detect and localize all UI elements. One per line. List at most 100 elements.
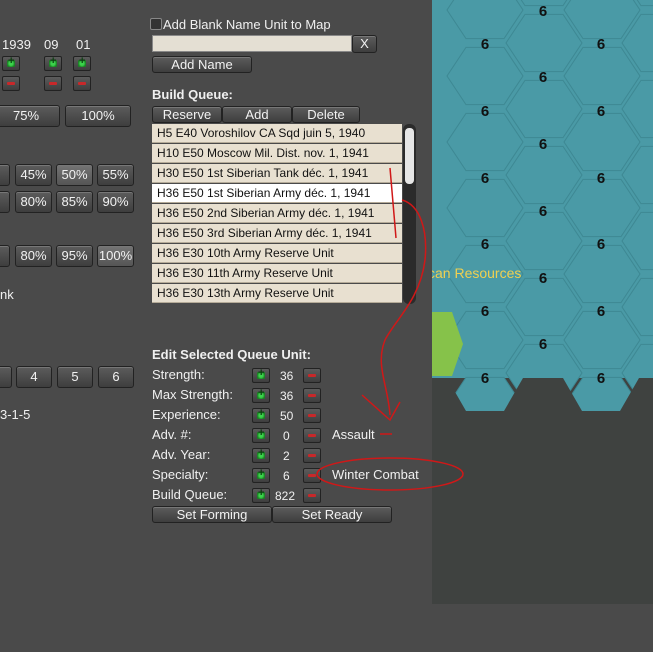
experience-value: 50 xyxy=(280,409,294,423)
month-plus-button[interactable] xyxy=(44,55,62,71)
build-queue-plus-button[interactable] xyxy=(252,487,270,503)
reserve-button[interactable]: Reserve xyxy=(152,106,222,123)
edit-unit-title: Edit Selected Queue Unit: xyxy=(152,347,311,362)
queue-row[interactable]: H36 E30 11th Army Reserve Unit xyxy=(152,264,402,283)
build-queue-list[interactable]: H5 E40 Voroshilov CA Sqd juin 5, 1940 H1… xyxy=(152,124,402,304)
hex-value-label: 6 xyxy=(481,303,489,320)
pct-row3-a[interactable]: % xyxy=(0,191,10,213)
strength-value: 36 xyxy=(280,369,294,383)
pct-row4-a[interactable]: % xyxy=(0,245,10,267)
queue-row[interactable]: H36 E30 10th Army Reserve Unit xyxy=(152,244,402,263)
hex-value-label: 6 xyxy=(597,303,605,320)
resources-label: can Resources xyxy=(432,265,522,281)
queue-row[interactable]: H36 E50 2nd Siberian Army déc. 1, 1941 xyxy=(152,204,402,223)
adv-num-plus-button[interactable] xyxy=(252,427,270,443)
queue-row-selected[interactable]: H36 E50 1st Siberian Army déc. 1, 1941 xyxy=(152,184,402,203)
specialty-name-label: Winter Combat xyxy=(332,467,419,482)
blank-name-checkbox[interactable] xyxy=(150,18,162,30)
num-4-button[interactable]: 4 xyxy=(16,366,52,388)
hex-value-label: 6 xyxy=(597,170,605,187)
pct-50-button[interactable]: 50% xyxy=(56,164,93,186)
queue-row[interactable]: H30 E50 1st Siberian Tank déc. 1, 1941 xyxy=(152,164,402,183)
num-3-button[interactable] xyxy=(0,366,12,388)
year-label: 1939 xyxy=(2,37,31,52)
max-strength-minus-button[interactable] xyxy=(303,388,321,403)
max-strength-value: 36 xyxy=(280,389,294,403)
adv-year-value: 2 xyxy=(283,449,290,463)
pct-100b-button[interactable]: 100% xyxy=(97,245,134,267)
pct-row2-a[interactable]: % xyxy=(0,164,10,186)
clear-name-button[interactable]: X xyxy=(352,35,377,53)
hex-map[interactable]: 6 6 6 6 6 6 6 6 6 6 6 6 6 6 6 6 6 6 can Resources xyxy=(432,0,653,604)
add-name-button[interactable]: Add Name xyxy=(152,56,252,73)
build-queue-minus-button[interactable] xyxy=(303,488,321,503)
hex-value-label: 6 xyxy=(597,370,605,387)
land-area xyxy=(432,378,653,604)
day-plus-button[interactable] xyxy=(73,55,91,71)
hex-value-label: 6 xyxy=(539,69,547,86)
strength-label: Strength: xyxy=(152,367,205,382)
add-button[interactable]: Add xyxy=(222,106,292,123)
num-6-button[interactable]: 6 xyxy=(98,366,134,388)
hex-value-label: 6 xyxy=(539,270,547,287)
specialty-value: 6 xyxy=(283,469,290,483)
nk-label: nk xyxy=(0,287,14,302)
adv-num-value: 0 xyxy=(283,429,290,443)
code-label: 3-1-5 xyxy=(0,407,31,422)
pct-95-button[interactable]: 95% xyxy=(56,245,93,267)
year-plus-button[interactable] xyxy=(2,55,20,71)
max-strength-label: Max Strength: xyxy=(152,387,233,402)
max-strength-plus-button[interactable] xyxy=(252,387,270,403)
specialty-minus-button[interactable] xyxy=(303,468,321,483)
adv-year-label: Adv. Year: xyxy=(152,447,211,462)
pct-90-button[interactable]: 90% xyxy=(97,191,134,213)
pct-55-button[interactable]: 55% xyxy=(97,164,134,186)
pct-80-button[interactable]: 80% xyxy=(15,191,52,213)
queue-scroll-thumb[interactable] xyxy=(405,128,414,184)
adv-num-minus-button[interactable] xyxy=(303,428,321,443)
adv-year-plus-button[interactable] xyxy=(252,447,270,463)
hex-value-label: 6 xyxy=(597,36,605,53)
pct-85-button[interactable]: 85% xyxy=(56,191,93,213)
delete-button[interactable]: Delete xyxy=(292,106,360,123)
strength-plus-button[interactable] xyxy=(252,367,270,383)
queue-row[interactable]: H36 E50 3rd Siberian Army déc. 1, 1941 xyxy=(152,224,402,243)
hex-value-label: 6 xyxy=(481,370,489,387)
queue-scrollbar[interactable] xyxy=(403,124,416,304)
pct-45-button[interactable]: 45% xyxy=(15,164,52,186)
hex-value-label: 6 xyxy=(539,3,547,20)
queue-row[interactable]: H10 E50 Moscow Mil. Dist. nov. 1, 1941 xyxy=(152,144,402,163)
pct-75-button[interactable]: 75% xyxy=(0,105,60,127)
pct-100-button[interactable]: 100% xyxy=(65,105,131,127)
specialty-plus-button[interactable] xyxy=(252,467,270,483)
specialty-label: Specialty: xyxy=(152,467,209,482)
experience-plus-button[interactable] xyxy=(252,407,270,423)
queue-row[interactable]: H5 E40 Voroshilov CA Sqd juin 5, 1940 xyxy=(152,124,402,143)
adv-name-label: Assault xyxy=(332,427,375,442)
hex-value-label: 6 xyxy=(481,103,489,120)
day-minus-button[interactable] xyxy=(73,76,91,91)
pct-80b-button[interactable]: 80% xyxy=(15,245,52,267)
adv-year-minus-button[interactable] xyxy=(303,448,321,463)
strength-minus-button[interactable] xyxy=(303,368,321,383)
hex-grid[interactable]: 6 6 6 6 6 6 6 6 6 6 6 6 6 6 6 6 6 6 xyxy=(432,0,653,604)
adv-num-label: Adv. #: xyxy=(152,427,192,442)
hex-value-label: 6 xyxy=(597,103,605,120)
num-5-button[interactable]: 5 xyxy=(57,366,93,388)
build-queue-value: 822 xyxy=(275,489,296,503)
unit-name-input[interactable] xyxy=(152,35,352,52)
hex-value-label: 6 xyxy=(539,203,547,220)
set-forming-button[interactable]: Set Forming xyxy=(152,506,272,523)
hex-value-label: 6 xyxy=(539,336,547,353)
queue-row[interactable]: H36 E30 13th Army Reserve Unit xyxy=(152,284,402,303)
day-label: 01 xyxy=(76,37,91,52)
hex-value-label: 6 xyxy=(481,36,489,53)
hex-value-label: 6 xyxy=(539,136,547,153)
hex-value-label: 6 xyxy=(597,236,605,253)
hex-value-label: 6 xyxy=(481,236,489,253)
year-minus-button[interactable] xyxy=(2,76,20,91)
month-minus-button[interactable] xyxy=(44,76,62,91)
experience-minus-button[interactable] xyxy=(303,408,321,423)
set-ready-button[interactable]: Set Ready xyxy=(272,506,392,523)
month-label: 09 xyxy=(44,37,59,52)
